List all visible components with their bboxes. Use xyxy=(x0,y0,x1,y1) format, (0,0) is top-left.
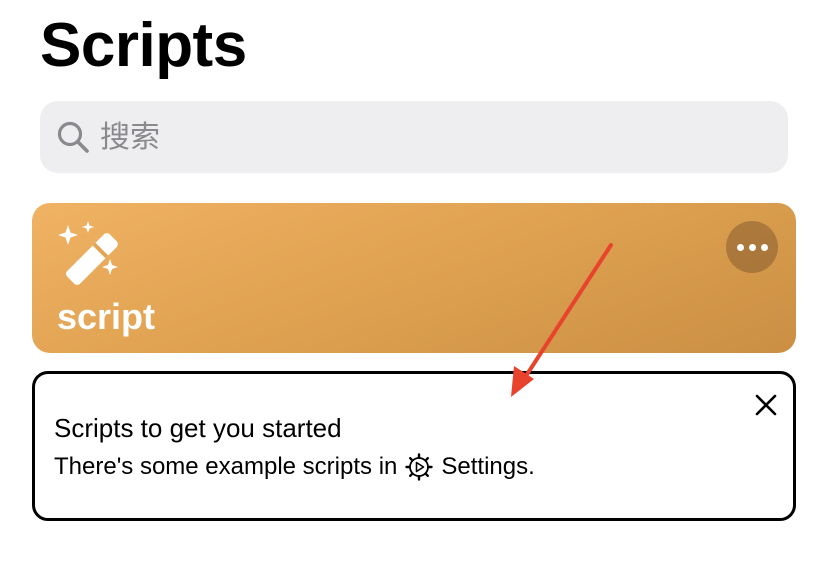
more-options-button[interactable] xyxy=(726,221,778,273)
ellipsis-dot xyxy=(760,243,768,251)
search-bar[interactable] xyxy=(40,101,788,173)
script-card[interactable]: script xyxy=(32,203,796,353)
page-title: Scripts xyxy=(40,11,247,80)
search-input[interactable] xyxy=(100,107,700,167)
tip-body: There's some example scripts in Settings… xyxy=(54,451,535,483)
tip-title: Scripts to get you started xyxy=(54,413,342,443)
tip-body-text: There's some example scripts in xyxy=(54,453,398,480)
ellipsis-icon xyxy=(736,243,744,251)
close-icon[interactable] xyxy=(749,388,783,422)
script-card-title: script xyxy=(57,296,156,337)
ellipsis-dot xyxy=(748,243,756,251)
settings-icon xyxy=(405,453,434,481)
search-icon xyxy=(56,120,90,154)
scripts-page: Scripts script xyxy=(0,0,828,581)
tip-card: Scripts to get you started There's some … xyxy=(32,371,796,521)
tip-body-settings-text: Settings. xyxy=(441,453,535,480)
magic-wand-icon xyxy=(54,219,122,287)
